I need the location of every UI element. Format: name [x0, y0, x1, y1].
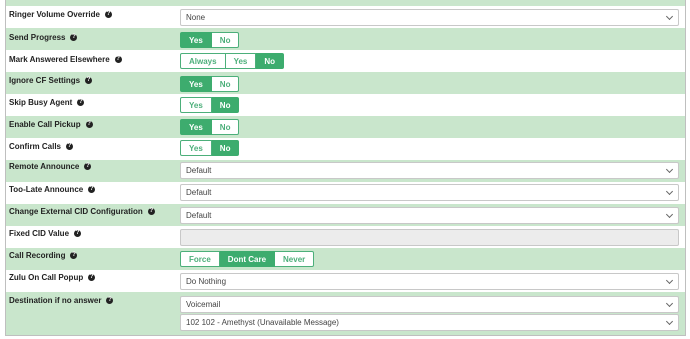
- send-progress-no-button[interactable]: No: [211, 32, 240, 48]
- call-recording-force-button[interactable]: Force: [180, 251, 220, 267]
- ringer-volume-select[interactable]: None: [180, 9, 679, 26]
- destination-target-select[interactable]: 102 102 - Amethyst (Unavailable Message): [180, 314, 679, 331]
- confirm-calls-toggle: Yes No: [180, 140, 240, 156]
- ignore-cf-label: Ignore CF Settings?: [9, 76, 93, 85]
- fixed-cid-input[interactable]: [180, 229, 679, 246]
- send-progress-toggle: Yes No: [180, 32, 240, 48]
- skip-busy-label: Skip Busy Agent?: [9, 98, 85, 107]
- chevron-down-icon: [665, 12, 674, 21]
- chevron-down-icon: [665, 187, 674, 196]
- help-icon[interactable]: ?: [114, 56, 122, 63]
- ext-cid-label: Change External CID Configuration?: [9, 207, 155, 216]
- help-icon[interactable]: ?: [84, 163, 92, 170]
- row-destination: Destination if no answer? Voicemail 102 …: [6, 292, 685, 335]
- chevron-down-icon: [665, 317, 674, 326]
- call-recording-label: Call Recording?: [9, 251, 78, 260]
- row-ignore-cf: Ignore CF Settings? Yes No: [6, 72, 685, 94]
- send-progress-yes-button[interactable]: Yes: [180, 32, 212, 48]
- fixed-cid-label: Fixed CID Value?: [9, 229, 82, 238]
- too-late-select[interactable]: Default: [180, 184, 679, 201]
- mark-answered-always-button[interactable]: Always: [180, 53, 226, 69]
- call-pickup-no-button[interactable]: No: [211, 119, 240, 135]
- help-icon[interactable]: ?: [105, 11, 112, 18]
- remote-announce-label: Remote Announce?: [9, 162, 92, 171]
- ignore-cf-toggle: Yes No: [180, 76, 240, 92]
- mark-answered-toggle: Always Yes No: [180, 53, 285, 69]
- ringer-volume-label: Ringer Volume Override?: [9, 10, 112, 19]
- help-icon[interactable]: ?: [70, 34, 78, 41]
- confirm-calls-no-button[interactable]: No: [211, 140, 240, 156]
- call-recording-toggle: Force Dont Care Never: [180, 251, 315, 267]
- help-icon[interactable]: ?: [66, 143, 74, 150]
- row-mark-answered: Mark Answered Elsewhere? Always Yes No: [6, 50, 685, 72]
- call-pickup-label: Enable Call Pickup?: [9, 120, 93, 129]
- row-call-recording: Call Recording? Force Dont Care Never: [6, 248, 685, 270]
- call-pickup-toggle: Yes No: [180, 119, 240, 135]
- ignore-cf-yes-button[interactable]: Yes: [180, 76, 212, 92]
- row-zulu: Zulu On Call Popup? Do Nothing: [6, 270, 685, 292]
- skip-busy-no-button[interactable]: No: [211, 97, 240, 113]
- confirm-calls-label: Confirm Calls?: [9, 142, 74, 151]
- skip-busy-yes-button[interactable]: Yes: [180, 97, 212, 113]
- help-icon[interactable]: ?: [77, 99, 85, 106]
- help-icon[interactable]: ?: [147, 208, 155, 215]
- mark-answered-no-button[interactable]: No: [256, 53, 285, 69]
- row-ringer-volume: Ringer Volume Override? None: [6, 6, 685, 28]
- row-skip-busy: Skip Busy Agent? Yes No: [6, 94, 685, 116]
- too-late-label: Too-Late Announce?: [9, 185, 96, 194]
- row-call-pickup: Enable Call Pickup? Yes No: [6, 116, 685, 138]
- row-ext-cid: Change External CID Configuration? Defau…: [6, 204, 685, 226]
- zulu-select[interactable]: Do Nothing: [180, 273, 679, 290]
- skip-busy-toggle: Yes No: [180, 97, 240, 113]
- chevron-down-icon: [665, 165, 674, 174]
- chevron-down-icon: [665, 299, 674, 308]
- zulu-label: Zulu On Call Popup?: [9, 273, 96, 282]
- call-pickup-yes-button[interactable]: Yes: [180, 119, 212, 135]
- row-too-late: Too-Late Announce? Default: [6, 182, 685, 204]
- ext-cid-select[interactable]: Default: [180, 207, 679, 224]
- help-icon[interactable]: ?: [88, 186, 96, 193]
- row-send-progress: Send Progress? Yes No: [6, 28, 685, 50]
- help-icon[interactable]: ?: [74, 230, 82, 237]
- help-icon[interactable]: ?: [85, 77, 93, 84]
- remote-announce-select[interactable]: Default: [180, 162, 679, 179]
- call-recording-never-button[interactable]: Never: [275, 251, 315, 267]
- row-confirm-calls: Confirm Calls? Yes No: [6, 138, 685, 160]
- confirm-calls-yes-button[interactable]: Yes: [180, 140, 212, 156]
- send-progress-label: Send Progress?: [9, 33, 78, 42]
- destination-type-select[interactable]: Voicemail: [180, 296, 679, 313]
- call-recording-dontcare-button[interactable]: Dont Care: [219, 251, 276, 267]
- help-icon[interactable]: ?: [85, 121, 93, 128]
- chevron-down-icon: [665, 210, 674, 219]
- help-icon[interactable]: ?: [106, 297, 114, 304]
- mark-answered-label: Mark Answered Elsewhere?: [9, 55, 122, 64]
- help-icon[interactable]: ?: [88, 274, 96, 281]
- destination-label: Destination if no answer?: [9, 296, 114, 305]
- chevron-down-icon: [665, 276, 674, 285]
- ignore-cf-no-button[interactable]: No: [211, 76, 240, 92]
- row-remote-announce: Remote Announce? Default: [6, 160, 685, 182]
- help-icon[interactable]: ?: [70, 252, 78, 259]
- row-fixed-cid: Fixed CID Value?: [6, 226, 685, 248]
- mark-answered-yes-button[interactable]: Yes: [225, 53, 257, 69]
